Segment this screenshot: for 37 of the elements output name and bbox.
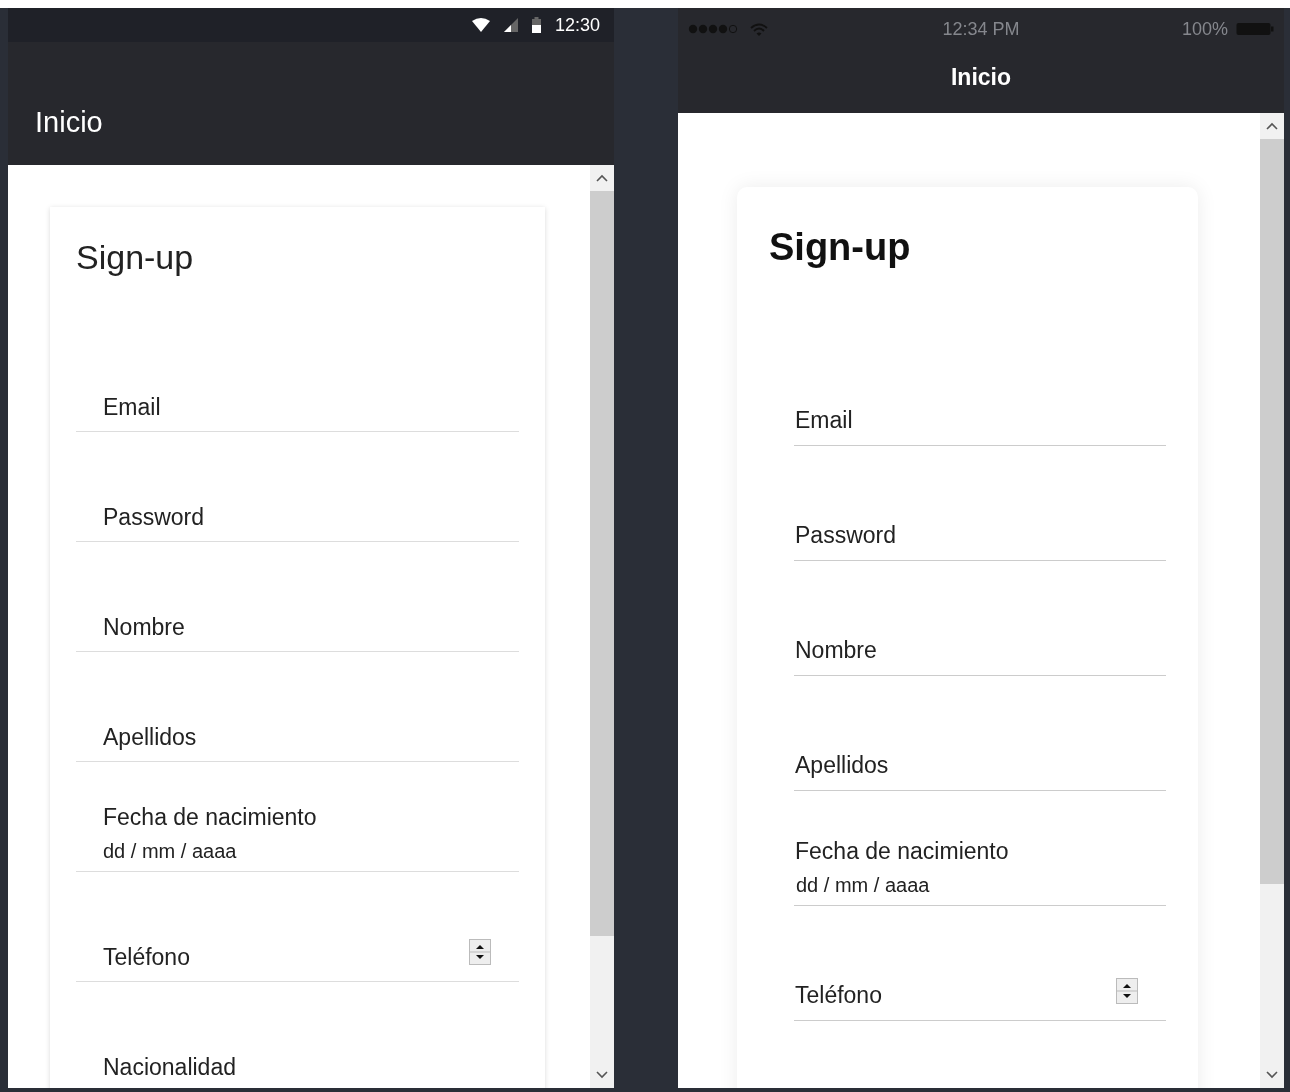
battery-icon xyxy=(1236,22,1274,36)
spinner-icon[interactable] xyxy=(469,939,491,965)
input-field[interactable]: Password xyxy=(76,432,519,542)
app-bar-title: Inicio xyxy=(35,106,103,139)
scrollbar-thumb[interactable] xyxy=(1260,139,1284,884)
scroll-down-icon[interactable] xyxy=(1266,1071,1278,1079)
wifi-icon xyxy=(750,22,768,36)
input-field[interactable]: Apellidos xyxy=(76,652,519,762)
input-field[interactable]: Email xyxy=(794,331,1166,446)
form-title: Sign-up xyxy=(76,237,195,277)
app-bar-title: Inicio xyxy=(950,64,1012,91)
scrollbar[interactable] xyxy=(590,165,614,1088)
form-title: Sign-up xyxy=(769,227,912,267)
battery-percent: 100% xyxy=(1181,18,1228,40)
date-placeholder: dd / mm / aaaa xyxy=(103,840,237,863)
signal-icon xyxy=(503,18,518,32)
input-field[interactable]: Fecha de nacimiento dd / mm / aaaa xyxy=(76,762,519,872)
battery-icon xyxy=(531,17,541,33)
input-field[interactable]: Fecha de nacimiento dd / mm / aaaa xyxy=(794,791,1166,906)
input-field[interactable]: Nombre xyxy=(76,542,519,652)
scroll-up-icon[interactable] xyxy=(596,174,608,182)
input-field[interactable]: Teléfono xyxy=(76,872,519,982)
input-field[interactable]: Teléfono xyxy=(794,906,1166,1021)
spinner-icon[interactable] xyxy=(1116,978,1138,1004)
scrollbar[interactable] xyxy=(1260,113,1284,1088)
scrollbar-thumb[interactable] xyxy=(590,191,614,936)
date-placeholder: dd / mm / aaaa xyxy=(796,874,930,897)
scroll-down-icon[interactable] xyxy=(596,1071,608,1079)
input-field[interactable]: Password xyxy=(794,446,1166,561)
scroll-up-icon[interactable] xyxy=(1266,122,1278,130)
status-time: 12:30 xyxy=(554,14,600,36)
input-field[interactable]: Nombre xyxy=(794,561,1166,676)
input-field[interactable]: Apellidos xyxy=(794,676,1166,791)
wifi-icon xyxy=(471,18,490,32)
status-time: 12:34 PM xyxy=(942,18,1020,40)
input-field[interactable]: Email xyxy=(76,322,519,432)
input-field[interactable]: Nacionalidad xyxy=(76,982,519,1088)
